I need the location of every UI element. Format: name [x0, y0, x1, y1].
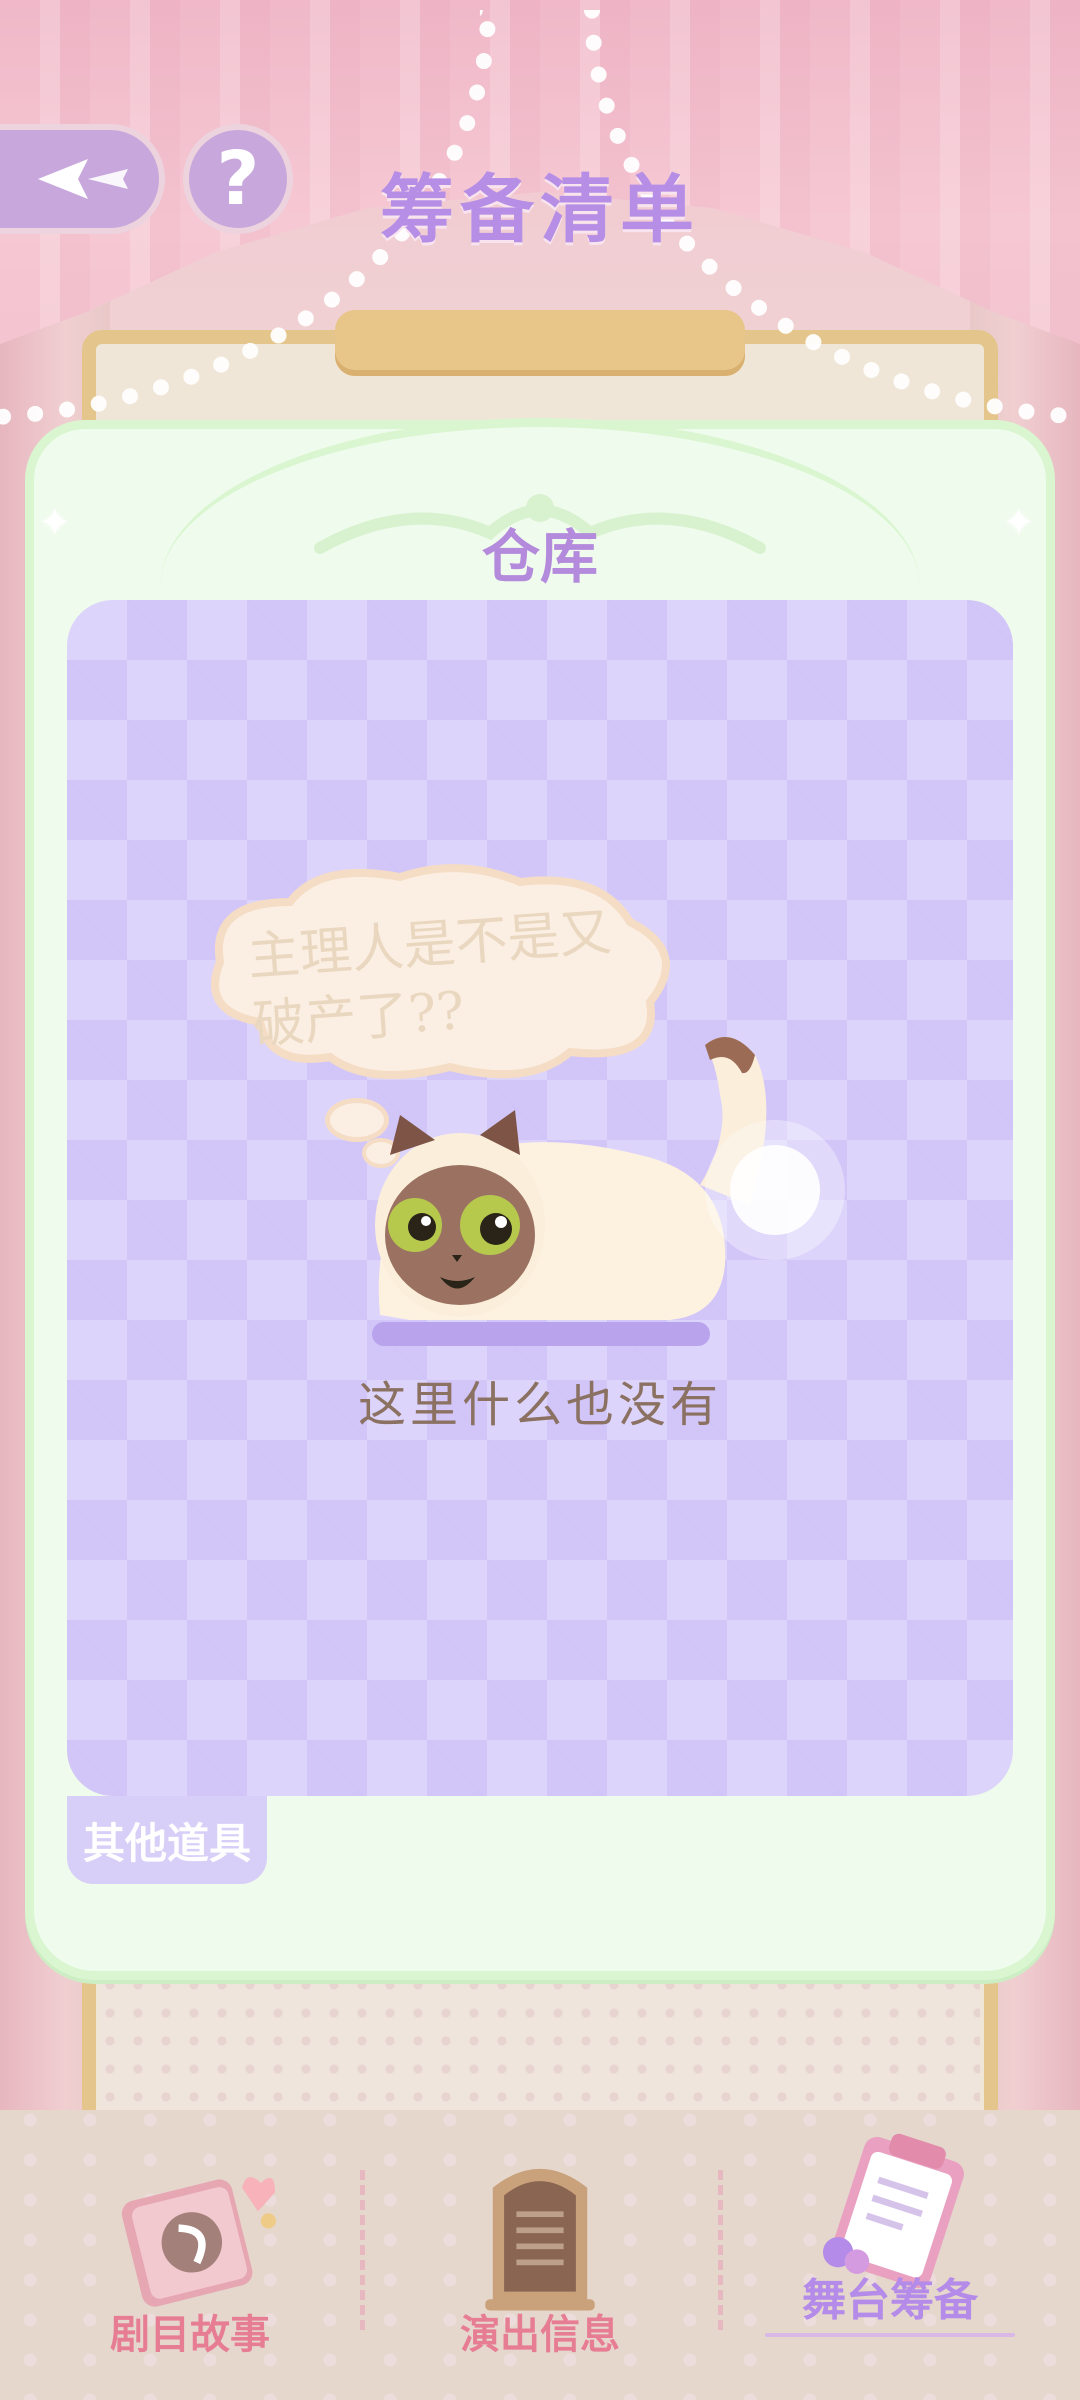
nav-label-stage-prep: 舞台筹备	[802, 2275, 978, 2326]
nav-item-story[interactable]: 剧目故事	[40, 2150, 340, 2360]
sparkle-icon: ✦	[38, 500, 72, 546]
active-tab-underline	[765, 2333, 1015, 2337]
nav-label-story: 剧目故事	[110, 2312, 270, 2358]
nav-divider	[360, 2170, 365, 2330]
nav-label-info: 演出信息	[460, 2312, 620, 2358]
page-title: 筹备清单	[380, 167, 700, 253]
empty-state-text: 这里什么也没有	[357, 1377, 722, 1433]
nav-item-info[interactable]: 演出信息	[390, 2150, 690, 2360]
tab-other-props[interactable]: 其他道具	[67, 1796, 267, 1884]
wardrobe-crest	[335, 310, 745, 376]
cat-illustration	[375, 1037, 845, 1320]
nav-item-stage-prep[interactable]: 舞台筹备	[740, 2120, 1040, 2350]
info-board-icon	[485, 2168, 595, 2311]
storybook-icon	[121, 2176, 276, 2307]
warehouse-title: 仓库	[481, 523, 598, 591]
sparkle-icon: ✦	[1002, 500, 1036, 546]
nav-divider	[718, 2170, 723, 2330]
cat-shadow	[372, 1322, 710, 1346]
wardrobe-drawer	[100, 1975, 980, 2125]
